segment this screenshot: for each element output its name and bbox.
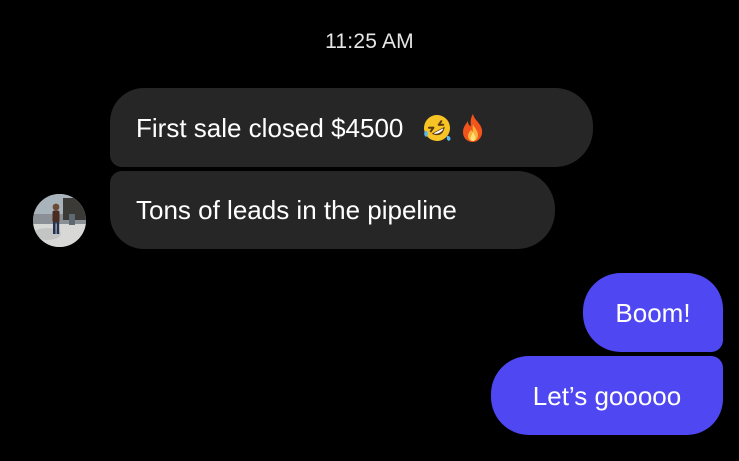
message-text: Boom! <box>615 297 691 328</box>
rolling-on-floor-laughing-emoji-icon <box>421 112 453 144</box>
fire-emoji-icon <box>457 112 489 144</box>
message-text: Let’s gooooo <box>532 380 682 411</box>
emoji-group <box>417 112 489 144</box>
outgoing-message-bubble[interactable]: Let’s gooooo <box>491 356 723 435</box>
incoming-message-bubble[interactable]: First sale closed $4500 <box>110 88 593 167</box>
message-text: First sale closed $4500 <box>136 112 404 143</box>
contact-avatar[interactable] <box>33 194 86 247</box>
incoming-message-bubble[interactable]: Tons of leads in the pipeline <box>110 171 555 249</box>
outgoing-message-bubble[interactable]: Boom! <box>583 273 723 352</box>
message-timestamp: 11:25 AM <box>325 30 414 53</box>
message-text: Tons of leads in the pipeline <box>136 195 457 225</box>
